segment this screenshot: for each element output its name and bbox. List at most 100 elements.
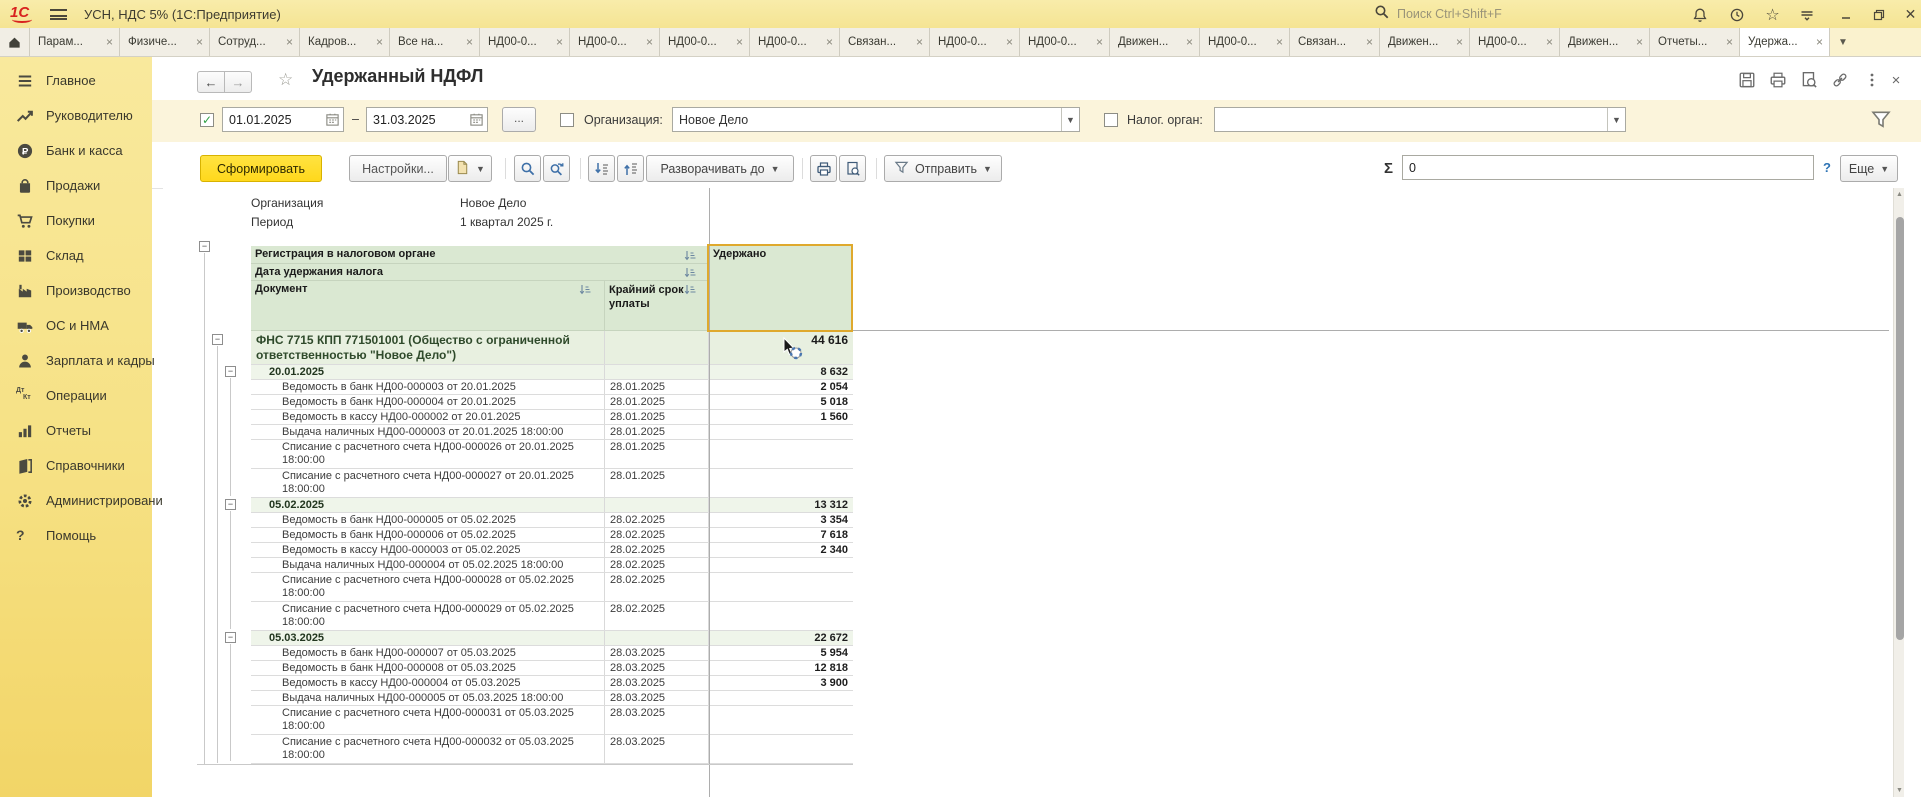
report-variants-button[interactable]: ▼ [448, 155, 492, 182]
chevron-down-icon[interactable]: ▼ [1607, 108, 1625, 131]
window-restore-icon[interactable] [1869, 5, 1888, 24]
preview-table-icon[interactable] [839, 155, 866, 182]
service-menu-icon[interactable] [1797, 5, 1816, 24]
print-table-icon[interactable] [810, 155, 837, 182]
tab-close-icon[interactable]: × [826, 35, 833, 49]
sidebar-item-bank[interactable]: PБанк и касса [0, 133, 152, 168]
sidebar-item-assets[interactable]: ОС и НМА [0, 308, 152, 343]
tab-close-icon[interactable]: × [736, 35, 743, 49]
report-detail-row[interactable]: Ведомость в кассу НД00-000003 от 05.02.2… [251, 543, 853, 558]
tab-close-icon[interactable]: × [1546, 35, 1553, 49]
tab-11[interactable]: НД00-0...× [930, 28, 1020, 56]
header-registration[interactable]: Регистрация в налоговом органе [251, 246, 709, 264]
tax-authority-combo[interactable]: ▼ [1214, 107, 1626, 132]
tree-collapse-group[interactable]: − [225, 366, 236, 377]
sort-icon[interactable] [579, 283, 591, 301]
send-button[interactable]: Отправить ▼ [884, 155, 1002, 182]
sidebar-item-admin[interactable]: Администрирование [0, 483, 152, 518]
tax-authority-checkbox[interactable] [1104, 113, 1118, 127]
help-link[interactable]: ? [1823, 160, 1831, 175]
more-button[interactable]: Еще ▼ [1840, 155, 1898, 182]
scroll-down-icon[interactable]: ▼ [1896, 787, 1903, 794]
tab-close-icon[interactable]: × [1276, 35, 1283, 49]
forward-button[interactable]: → [224, 71, 252, 93]
report-detail-row[interactable]: Ведомость в банк НД00-000003 от 20.01.20… [251, 380, 853, 395]
preview-icon[interactable] [1799, 70, 1819, 90]
chevron-down-icon[interactable]: ▼ [1061, 108, 1079, 131]
find-icon[interactable] [514, 155, 541, 182]
tab-close-icon[interactable]: × [1816, 35, 1823, 49]
history-clock-icon[interactable] [1727, 5, 1746, 24]
report-detail-row[interactable]: Ведомость в банк НД00-000004 от 20.01.20… [251, 395, 853, 410]
tab-close-icon[interactable]: × [556, 35, 563, 49]
expand-to-button[interactable]: Разворачивать до ▼ [646, 155, 794, 182]
report-detail-row[interactable]: Ведомость в кассу НД00-000002 от 20.01.2… [251, 410, 853, 425]
tab-10[interactable]: Связан...× [840, 28, 930, 56]
sort-icon[interactable] [684, 283, 696, 301]
tab-9[interactable]: НД00-0...× [750, 28, 840, 56]
report-detail-row[interactable]: Ведомость в банк НД00-000008 от 05.03.20… [251, 661, 853, 676]
more-dots-icon[interactable] [1862, 70, 1882, 90]
tab-18[interactable]: Движен...× [1560, 28, 1650, 56]
sidebar-item-staff[interactable]: Зарплата и кадры [0, 343, 152, 378]
sidebar-item-catalogs[interactable]: Справочники [0, 448, 152, 483]
window-close-icon[interactable]: ✕ [1901, 5, 1920, 24]
tab-1[interactable]: Парам...× [30, 28, 120, 56]
sort-icon[interactable] [684, 266, 696, 284]
scroll-up-icon[interactable]: ▲ [1896, 191, 1903, 198]
report-detail-row[interactable]: Ведомость в банк НД00-000006 от 05.02.20… [251, 528, 853, 543]
tab-7[interactable]: НД00-0...× [570, 28, 660, 56]
report-detail-row[interactable]: Ведомость в банк НД00-000007 от 05.03.20… [251, 646, 853, 661]
tree-collapse-group[interactable]: − [225, 499, 236, 510]
home-tab[interactable] [0, 28, 30, 56]
tree-collapse-level2[interactable]: − [212, 334, 223, 345]
tab-2[interactable]: Физиче...× [120, 28, 210, 56]
tab-4[interactable]: Кадров...× [300, 28, 390, 56]
tab-8[interactable]: НД00-0...× [660, 28, 750, 56]
tab-close-icon[interactable]: × [1726, 35, 1733, 49]
tree-collapse-group[interactable]: − [225, 632, 236, 643]
report-group-row[interactable]: 20.01.20258 632 [251, 365, 853, 380]
tab-14[interactable]: НД00-0...× [1200, 28, 1290, 56]
tab-close-icon[interactable]: × [286, 35, 293, 49]
report-detail-row[interactable]: Ведомость в банк НД00-000005 от 05.02.20… [251, 513, 853, 528]
notifications-bell-icon[interactable] [1690, 5, 1709, 24]
report-detail-row[interactable]: Ведомость в кассу НД00-000004 от 05.03.2… [251, 676, 853, 691]
calendar-icon[interactable] [325, 112, 340, 130]
report-total-row[interactable]: ФНС 7715 КПП 771501001 (Общество с огран… [251, 331, 853, 365]
tab-close-icon[interactable]: × [1456, 35, 1463, 49]
sidebar-item-operations[interactable]: ДтКтОперации [0, 378, 152, 413]
tab-16[interactable]: Движен...× [1380, 28, 1470, 56]
tab-13[interactable]: Движен...× [1110, 28, 1200, 56]
tab-close-icon[interactable]: × [1186, 35, 1193, 49]
header-document[interactable]: Документ [251, 281, 605, 331]
sidebar-item-purchases[interactable]: Покупки [0, 203, 152, 238]
report-detail-row[interactable]: Выдача наличных НД00-000003 от 20.01.202… [251, 425, 853, 440]
period-from-field[interactable] [222, 107, 344, 132]
sidebar-item-menu[interactable]: Главное [0, 63, 152, 98]
sidebar-item-sales[interactable]: Продажи [0, 168, 152, 203]
print-icon[interactable] [1768, 70, 1788, 90]
main-menu-icon[interactable] [50, 9, 67, 20]
tab-close-icon[interactable]: × [1096, 35, 1103, 49]
favorite-report-star-icon[interactable]: ☆ [278, 70, 293, 90]
tab-close-icon[interactable]: × [106, 35, 113, 49]
tab-17[interactable]: НД00-0...× [1470, 28, 1560, 56]
sidebar-item-help[interactable]: ?Помощь [0, 518, 152, 553]
tab-12[interactable]: НД00-0...× [1020, 28, 1110, 56]
tab-3[interactable]: Сотруд...× [210, 28, 300, 56]
header-withhold-date[interactable]: Дата удержания налога [251, 264, 709, 281]
report-detail-row[interactable]: Списание с расчетного счета НД00-000029 … [251, 602, 853, 631]
tab-close-icon[interactable]: × [916, 35, 923, 49]
report-detail-row[interactable]: Списание с расчетного счета НД00-000031 … [251, 706, 853, 735]
find-next-icon[interactable] [543, 155, 570, 182]
tab-close-icon[interactable]: × [466, 35, 473, 49]
tab-close-icon[interactable]: × [1006, 35, 1013, 49]
sort-icon[interactable] [684, 249, 696, 267]
report-detail-row[interactable]: Выдача наличных НД00-000005 от 05.03.202… [251, 691, 853, 706]
save-icon[interactable] [1737, 70, 1757, 90]
generate-button[interactable]: Сформировать [200, 155, 322, 182]
tab-5[interactable]: Все на...× [390, 28, 480, 56]
organization-combo[interactable]: Новое Дело ▼ [672, 107, 1080, 132]
period-checkbox[interactable]: ✓ [200, 113, 214, 127]
